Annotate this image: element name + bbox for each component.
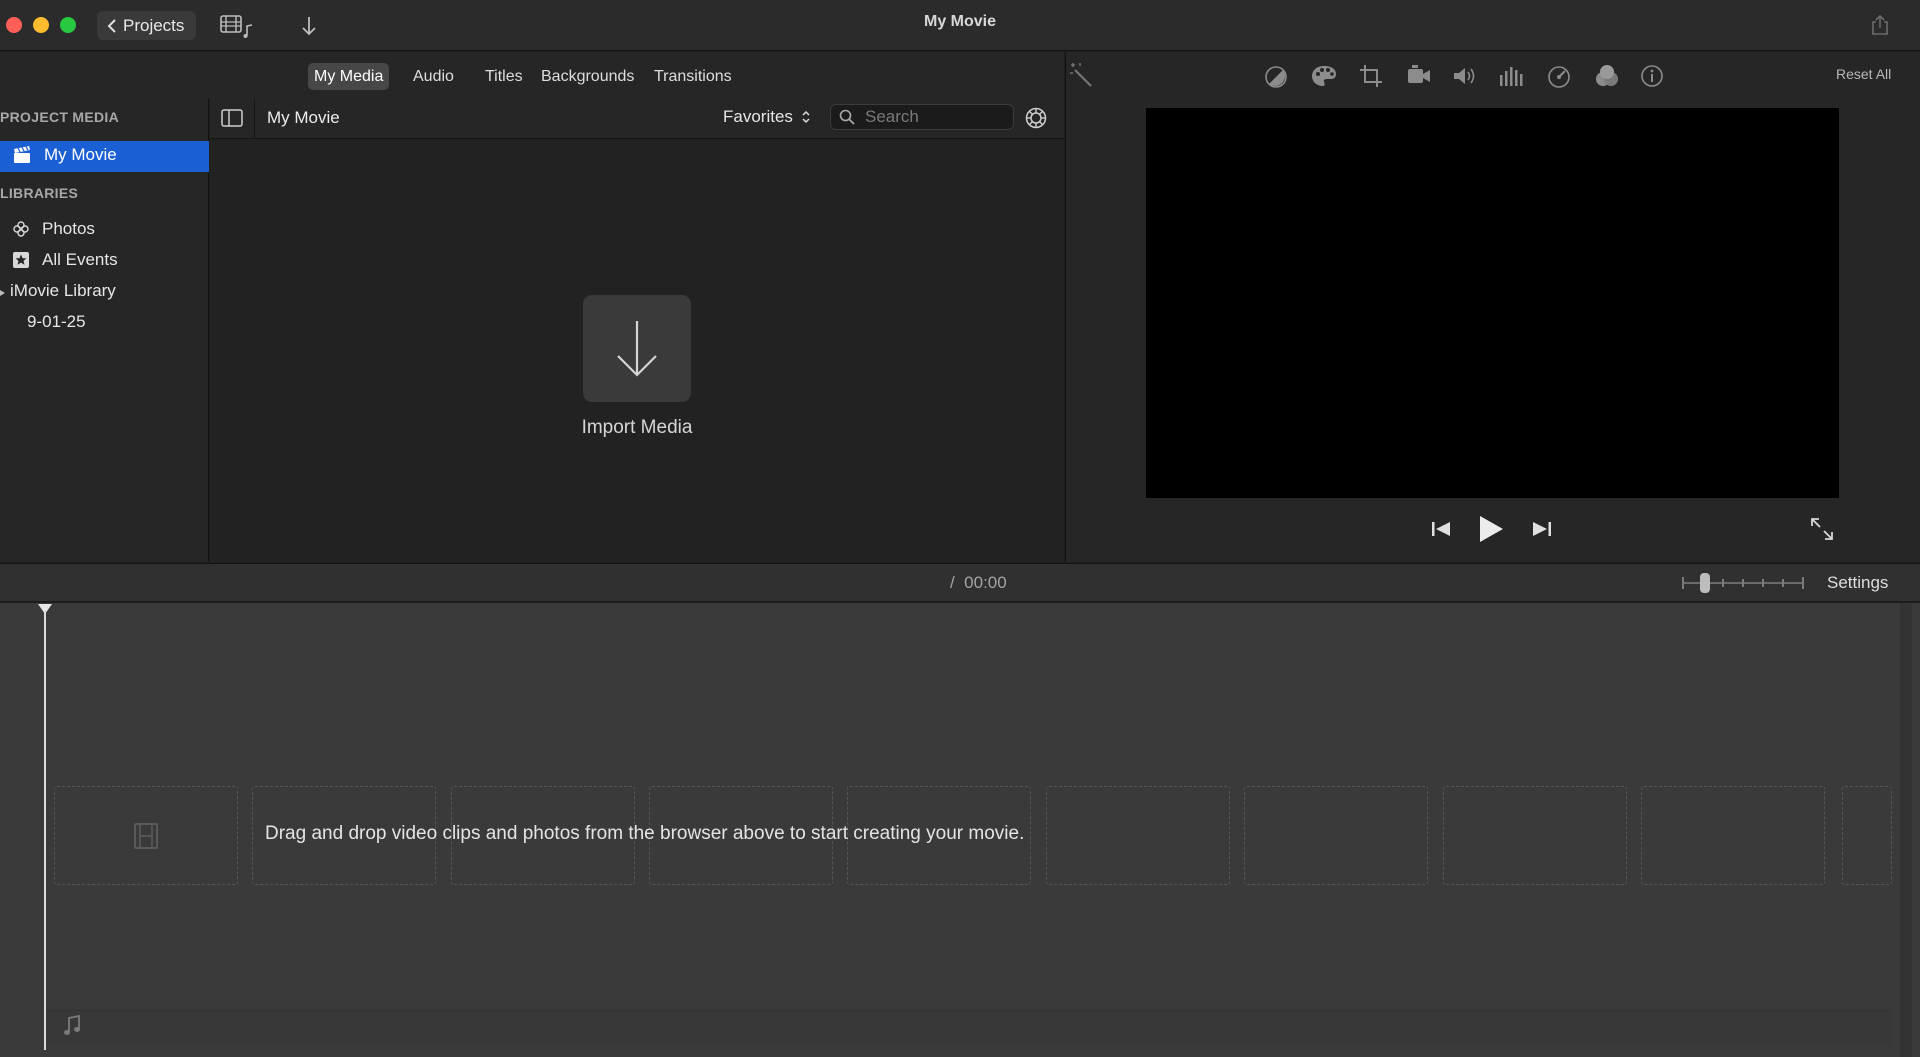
- tab-titles[interactable]: Titles: [479, 63, 529, 90]
- divider: [254, 99, 255, 139]
- timeline-settings-button[interactable]: Settings: [1827, 573, 1888, 593]
- tab-my-media[interactable]: My Media: [308, 63, 390, 90]
- fullscreen-icon[interactable]: [1810, 517, 1834, 541]
- audio-lane[interactable]: [46, 1010, 1892, 1046]
- import-media-button[interactable]: [583, 295, 691, 402]
- skip-back-icon[interactable]: [1431, 520, 1453, 538]
- sidebar-item-label: iMovie Library: [10, 281, 116, 300]
- color-palette-icon[interactable]: [1311, 64, 1337, 88]
- sidebar-item-photos[interactable]: Photos: [12, 219, 95, 239]
- down-arrow-icon: [614, 318, 660, 380]
- clip-placeholder: [1244, 786, 1428, 885]
- reset-all-button[interactable]: Reset All: [1836, 66, 1891, 82]
- skip-forward-icon[interactable]: [1530, 520, 1552, 538]
- film-strip-icon: [133, 823, 159, 849]
- clip-placeholder: [1046, 786, 1230, 885]
- stabilization-icon[interactable]: [1406, 64, 1432, 88]
- play-icon[interactable]: [1478, 515, 1504, 543]
- zoom-slider[interactable]: [1682, 573, 1804, 593]
- search-placeholder: Search: [865, 107, 919, 126]
- slider-tick: [1802, 577, 1804, 589]
- browser-title: My Movie: [267, 108, 340, 127]
- search-field[interactable]: Search: [830, 104, 1014, 130]
- libraries-heading: LIBRARIES: [0, 185, 79, 201]
- equalizer-icon[interactable]: [1499, 65, 1525, 87]
- window-title: My Movie: [923, 13, 996, 30]
- tab-transitions[interactable]: Transitions: [648, 63, 738, 90]
- timecode-display: / 00:00: [950, 573, 1007, 592]
- project-media-heading: PROJECT MEDIA: [0, 109, 120, 125]
- timeline-drop-hint: Drag and drop video clips and photos fro…: [265, 823, 1025, 844]
- crop-icon[interactable]: [1359, 64, 1383, 88]
- search-icon: [839, 109, 855, 125]
- clip-placeholder: [1641, 786, 1825, 885]
- color-balance-icon[interactable]: [1264, 65, 1288, 89]
- magic-wand-icon[interactable]: [1069, 62, 1095, 88]
- sidebar-item-imovie-library[interactable]: iMovie Library: [10, 281, 116, 301]
- media-tabs-bar: [0, 52, 1064, 99]
- disclosure-triangle-icon[interactable]: [0, 289, 6, 297]
- tab-audio[interactable]: Audio: [407, 63, 460, 90]
- sidebar-toggle-icon[interactable]: [221, 109, 243, 127]
- sidebar-item-label: All Events: [42, 250, 118, 269]
- tab-backgrounds[interactable]: Backgrounds: [535, 63, 640, 90]
- playhead[interactable]: [44, 610, 46, 1050]
- star-box-icon: [12, 251, 30, 269]
- clip-placeholder: [1443, 786, 1627, 885]
- sidebar-item-my-movie-row: My Movie: [12, 145, 117, 165]
- slider-knob[interactable]: [1700, 573, 1710, 593]
- video-preview: [1146, 108, 1839, 498]
- slider-tick: [1782, 579, 1784, 587]
- sidebar-item-event[interactable]: 9-01-25: [27, 312, 86, 332]
- share-icon[interactable]: [1870, 14, 1890, 36]
- timeline-scrollbar[interactable]: [1900, 603, 1912, 1057]
- sidebar-item-all-events[interactable]: All Events: [12, 250, 118, 270]
- slider-tick: [1742, 579, 1744, 587]
- sidebar-item-label: Photos: [42, 219, 95, 238]
- clip-placeholder: [1842, 786, 1892, 885]
- import-media-label[interactable]: Import Media: [536, 417, 738, 439]
- filter-label: Favorites: [723, 107, 793, 126]
- speed-icon[interactable]: [1546, 64, 1572, 88]
- music-note-icon: [62, 1015, 82, 1037]
- photos-icon: [12, 220, 30, 238]
- slider-tick: [1722, 579, 1724, 587]
- settings-gear-icon[interactable]: [1024, 106, 1048, 130]
- up-down-chevron-icon: [801, 109, 811, 125]
- volume-icon[interactable]: [1452, 65, 1478, 87]
- slider-tick: [1682, 577, 1684, 589]
- clapperboard-icon: [12, 145, 32, 165]
- sidebar-item-label: 9-01-25: [27, 312, 86, 331]
- info-icon[interactable]: [1640, 64, 1664, 88]
- favorites-filter-dropdown[interactable]: Favorites: [723, 107, 811, 127]
- slider-tick: [1762, 579, 1764, 587]
- filter-icon[interactable]: [1594, 64, 1620, 88]
- sidebar-item-label: My Movie: [44, 145, 117, 164]
